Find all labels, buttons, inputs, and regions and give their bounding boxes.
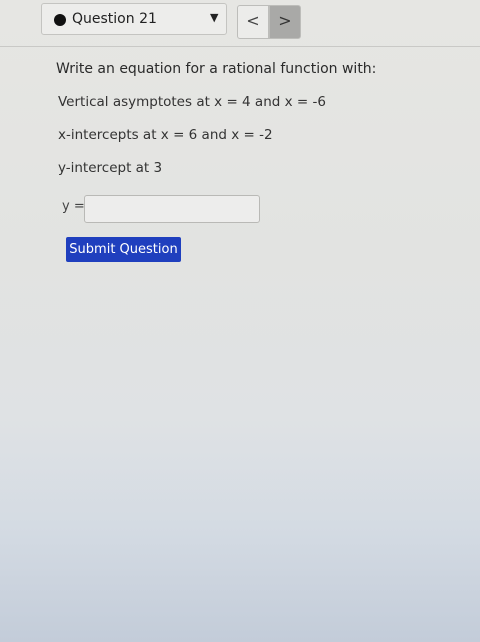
question-number-label: Question 21 bbox=[72, 11, 157, 27]
chevron-down-icon: ▼ bbox=[210, 11, 219, 24]
condition-y-intercept: y-intercept at 3 bbox=[58, 160, 163, 176]
submit-question-button[interactable]: Submit Question bbox=[66, 237, 181, 262]
question-prompt: Write an equation for a rational functio… bbox=[56, 61, 377, 77]
condition-x-intercepts: x-intercepts at x = 6 and x = -2 bbox=[58, 127, 273, 143]
answer-label: y = bbox=[62, 199, 85, 214]
question-select-dropdown[interactable]: Question 21 ▼ bbox=[41, 3, 227, 35]
question-pager: < > bbox=[237, 5, 301, 39]
condition-vertical-asymptotes: Vertical asymptotes at x = 4 and x = -6 bbox=[58, 94, 326, 110]
answer-input[interactable] bbox=[84, 195, 260, 223]
next-question-button[interactable]: > bbox=[269, 5, 301, 39]
previous-question-button[interactable]: < bbox=[237, 5, 269, 39]
status-dot-icon bbox=[54, 14, 66, 26]
question-navigation-bar: Question 21 ▼ < > bbox=[0, 0, 480, 47]
